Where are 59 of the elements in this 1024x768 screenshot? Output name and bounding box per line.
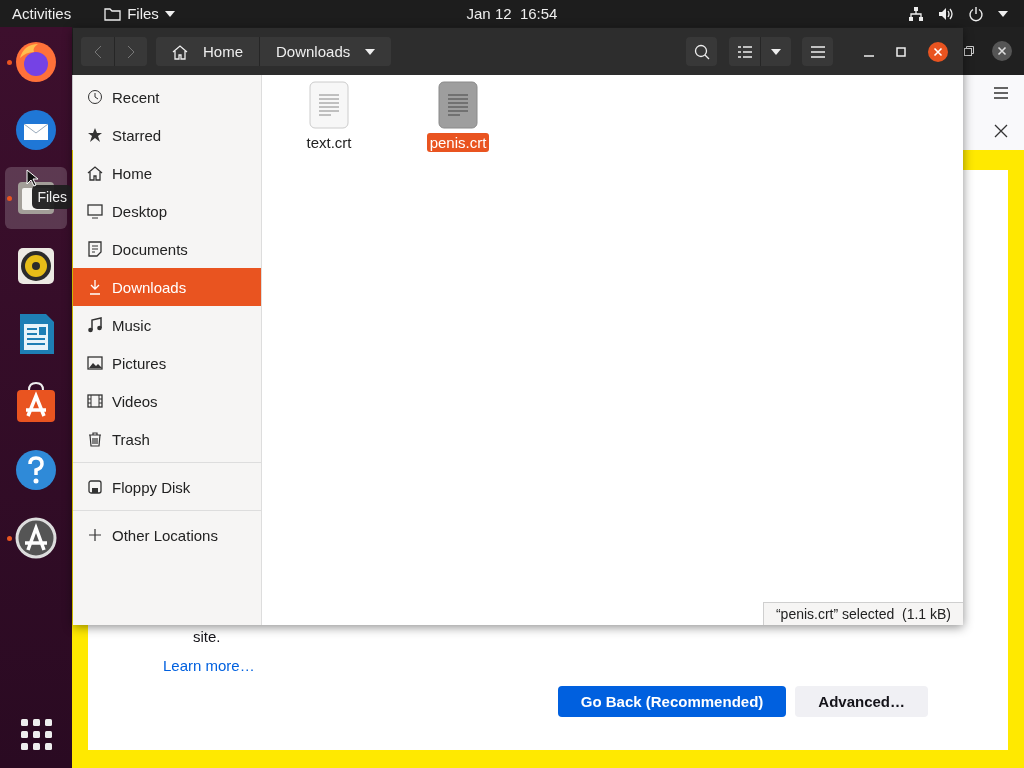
text-file-icon — [309, 81, 349, 129]
activities-button[interactable]: Activities — [12, 5, 72, 22]
status-label: “penis.crt” selected (1.1 kB) — [762, 602, 963, 625]
search-button[interactable] — [686, 37, 717, 66]
close-icon[interactable] — [928, 41, 948, 62]
menu-icon — [810, 45, 825, 58]
app-grid-icon[interactable] — [20, 718, 52, 750]
app-menu[interactable]: Files — [127, 5, 159, 22]
close-icon[interactable] — [994, 123, 1008, 138]
caret-icon[interactable] — [998, 10, 1008, 17]
maximize-icon[interactable] — [896, 46, 906, 57]
caret-icon — [164, 10, 175, 17]
sidebar-item[interactable]: Other Locations — [73, 516, 261, 554]
power-icon[interactable] — [968, 5, 984, 22]
menu-button[interactable] — [802, 37, 833, 66]
network-icon[interactable] — [908, 5, 924, 22]
sidebar-item[interactable]: Recent — [73, 78, 261, 116]
music-note-icon — [87, 317, 103, 333]
plus-icon — [87, 527, 103, 543]
tooltip: Files — [32, 185, 72, 209]
chevron-right-icon — [127, 44, 135, 59]
sidebar-item[interactable]: Videos — [73, 382, 261, 420]
chevron-left-icon — [93, 44, 102, 59]
go-back-button[interactable]: Go Back (Recommended) — [557, 686, 787, 717]
trash-icon — [87, 431, 103, 447]
image-icon — [87, 355, 103, 371]
advanced-button[interactable]: Advanced… — [795, 686, 928, 717]
close-icon[interactable] — [992, 41, 1012, 61]
film-icon — [87, 393, 103, 409]
home-icon — [172, 43, 188, 60]
menu-icon[interactable] — [994, 87, 1008, 100]
document-icon — [87, 241, 103, 257]
learn-more-link[interactable]: Learn more… — [163, 657, 255, 674]
download-icon — [87, 279, 103, 295]
caret-icon — [365, 48, 376, 55]
sidebar-item[interactable]: Floppy Disk — [73, 468, 261, 506]
sidebar-item[interactable]: Downloads — [73, 268, 261, 306]
text-file-icon — [438, 81, 478, 129]
clock-icon — [87, 89, 103, 105]
file-name[interactable]: penis.crt — [426, 133, 490, 152]
body-text: site. — [193, 628, 222, 645]
sidebar-item[interactable]: Desktop — [73, 192, 261, 230]
file-name[interactable]: text.crt — [303, 133, 355, 152]
cursor-icon — [26, 169, 38, 187]
clock[interactable]: Jan 12 16:54 — [466, 5, 558, 22]
caret-icon — [771, 48, 781, 55]
sidebar-item[interactable]: Home — [73, 154, 261, 192]
search-icon — [693, 43, 710, 60]
home-icon — [87, 165, 103, 181]
monitor-icon — [87, 203, 103, 219]
restore-icon[interactable] — [964, 46, 974, 56]
folder-icon — [104, 6, 122, 21]
sidebar-item[interactable]: Documents — [73, 230, 261, 268]
sidebar-item[interactable]: Trash — [73, 420, 261, 458]
sidebar-item[interactable]: Pictures — [73, 344, 261, 382]
sidebar-item[interactable]: Starred — [73, 116, 261, 154]
list-icon — [737, 45, 752, 58]
sidebar-item[interactable]: Music — [73, 306, 261, 344]
star-icon — [87, 127, 103, 143]
